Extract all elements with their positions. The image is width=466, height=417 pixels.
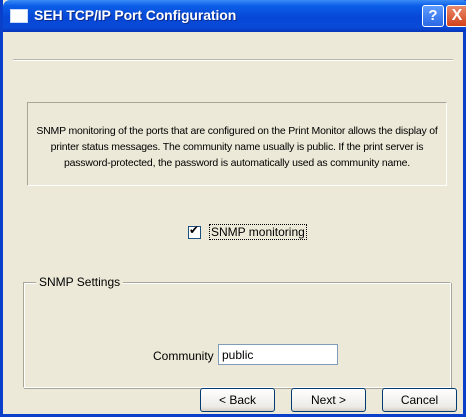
next-button[interactable]: Next > bbox=[291, 388, 366, 412]
snmp-settings-group: SNMP Settings Community bbox=[23, 275, 451, 388]
checkmark-icon: ✔ bbox=[189, 222, 200, 237]
snmp-monitoring-checkbox[interactable]: ✔ bbox=[188, 222, 201, 239]
dialog-content: SNMP monitoring of the ports that are co… bbox=[3, 32, 463, 414]
snmp-settings-label: SNMP Settings bbox=[36, 275, 124, 289]
snmp-monitoring-label[interactable]: SNMP monitoring bbox=[209, 224, 307, 240]
info-panel: SNMP monitoring of the ports that are co… bbox=[27, 102, 447, 186]
help-icon[interactable]: ? bbox=[422, 5, 444, 27]
window-title: SEH TCP/IP Port Configuration bbox=[34, 7, 237, 23]
info-text: SNMP monitoring of the ports that are co… bbox=[36, 125, 438, 169]
community-input[interactable] bbox=[218, 344, 338, 365]
community-label: Community bbox=[153, 349, 214, 363]
cancel-button[interactable]: Cancel bbox=[382, 388, 457, 412]
window-icon bbox=[10, 9, 28, 23]
header-separator bbox=[13, 59, 453, 61]
title-bar[interactable]: SEH TCP/IP Port Configuration ? X bbox=[3, 0, 466, 32]
snmp-monitoring-row[interactable]: ✔ SNMP monitoring bbox=[188, 222, 307, 240]
close-icon[interactable]: X bbox=[446, 5, 466, 27]
back-button[interactable]: < Back bbox=[200, 388, 275, 412]
dialog-window: SEH TCP/IP Port Configuration ? X SNMP m… bbox=[0, 0, 466, 417]
